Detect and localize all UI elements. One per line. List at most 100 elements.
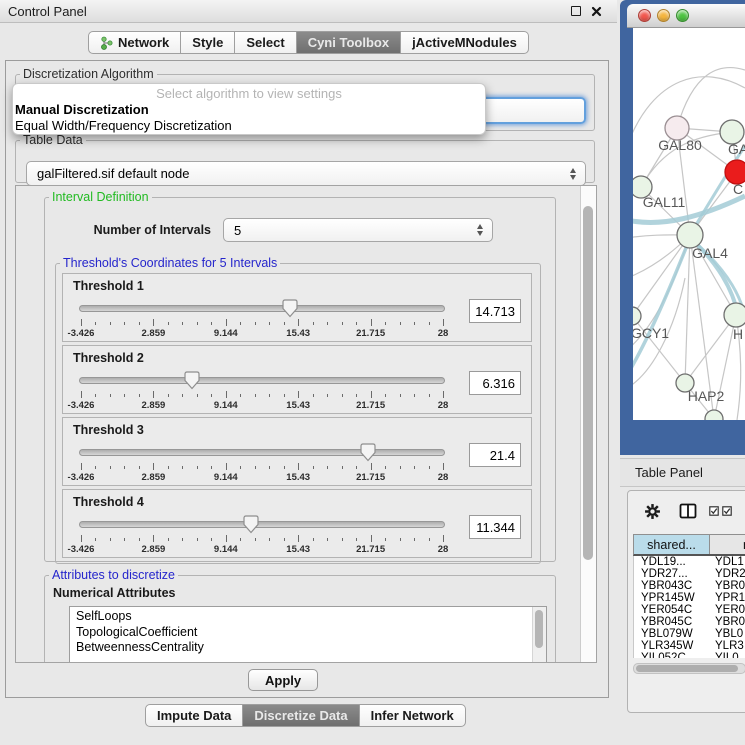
attribute-list-item[interactable]: TopologicalCoefficient: [76, 625, 546, 641]
slider-tick: [139, 466, 140, 469]
list-scrollbar[interactable]: [532, 607, 546, 663]
table-cell[interactable]: YER0: [710, 604, 745, 616]
slider-tick: [298, 463, 299, 470]
table-cell[interactable]: YLR3: [710, 640, 745, 652]
threshold-value-field[interactable]: [469, 371, 521, 395]
columns-icon[interactable]: [679, 503, 697, 519]
table-row[interactable]: YBR043CYBR0: [634, 580, 745, 592]
slider-tick: [414, 538, 415, 541]
slider-tick: [356, 538, 357, 541]
checkbox-icon-2[interactable]: [722, 506, 732, 516]
table-row[interactable]: YER054CYER0: [634, 604, 745, 616]
table-row[interactable]: YBL079WYBL0: [634, 628, 745, 640]
network-node[interactable]: [724, 303, 745, 327]
settings-scrollbar[interactable]: [580, 186, 596, 662]
slider-track[interactable]: [79, 377, 445, 384]
threshold-slider[interactable]: -3.4262.8599.14415.4321.71528: [79, 298, 445, 340]
threshold-value-field[interactable]: [469, 299, 521, 323]
table-row[interactable]: YDL19...YDL1: [634, 556, 745, 568]
table-cell[interactable]: YPR1: [710, 592, 745, 604]
threshold-slider[interactable]: -3.4262.8599.14415.4321.71528: [79, 442, 445, 484]
algorithm-option-equal-width[interactable]: Equal Width/Frequency Discretization: [13, 118, 485, 134]
table-cell[interactable]: YDL19...: [634, 556, 710, 568]
list-scrollbar-thumb[interactable]: [535, 610, 543, 648]
attribute-list-item[interactable]: SelfLoops: [76, 609, 546, 625]
table-cell[interactable]: YIL0: [710, 652, 745, 658]
slider-scale-label: 21.715: [356, 328, 385, 339]
slider-tick: [95, 538, 96, 541]
table-cell[interactable]: YBR045C: [634, 616, 710, 628]
table-row[interactable]: YIL052CYIL0: [634, 652, 745, 658]
slider-scale-label: 28: [438, 328, 449, 339]
tab-cyni-toolbox[interactable]: Cyni Toolbox: [297, 31, 401, 54]
network-window-titlebar[interactable]: [627, 4, 745, 28]
slider-tick: [110, 322, 111, 325]
network-node[interactable]: [633, 307, 641, 325]
column-header-shared-name[interactable]: shared...: [634, 535, 710, 554]
slider-tick: [356, 322, 357, 325]
slider-tick: [342, 538, 343, 541]
tab-infer-network[interactable]: Infer Network: [360, 704, 466, 727]
tab-network-label: Network: [118, 35, 169, 50]
slider-thumb[interactable]: [243, 515, 259, 534]
threshold-row: Threshold 2 -3.4262.8599.14415.4321.7152…: [62, 345, 532, 414]
slider-thumb[interactable]: [184, 371, 200, 390]
table-row[interactable]: YDR27...YDR2: [634, 568, 745, 580]
minimize-traffic-light[interactable]: [657, 9, 670, 22]
table-cell[interactable]: YPR145W: [634, 592, 710, 604]
tab-network[interactable]: Network: [88, 31, 181, 54]
threshold-value-field[interactable]: [469, 443, 521, 467]
table-cell[interactable]: YBL079W: [634, 628, 710, 640]
slider-tick: [153, 391, 154, 398]
tab-select[interactable]: Select: [235, 31, 296, 54]
tab-style-label: Style: [192, 35, 223, 50]
table-cell[interactable]: YBL0: [710, 628, 745, 640]
float-window-button[interactable]: [569, 4, 583, 18]
slider-track[interactable]: [79, 449, 445, 456]
apply-button[interactable]: Apply: [248, 669, 318, 691]
table-row[interactable]: YPR145WYPR1: [634, 592, 745, 604]
table-cell[interactable]: YIL052C: [634, 652, 710, 658]
thresholds-coordinates-group: Threshold's Coordinates for 5 Intervals …: [55, 256, 541, 564]
close-panel-button[interactable]: [589, 4, 603, 18]
interval-definition-group: Interval Definition Number of Intervals …: [44, 190, 556, 562]
slider-thumb[interactable]: [282, 299, 298, 318]
slider-track[interactable]: [79, 521, 445, 528]
tab-discretize-data[interactable]: Discretize Data: [243, 704, 359, 727]
table-hscrollbar[interactable]: [633, 663, 745, 674]
table-cell[interactable]: YLR345W: [634, 640, 710, 652]
threshold-slider[interactable]: -3.4262.8599.14415.4321.71528: [79, 514, 445, 556]
threshold-slider[interactable]: -3.4262.8599.14415.4321.71528: [79, 370, 445, 412]
checkbox-icon-1[interactable]: [709, 506, 719, 516]
network-canvas[interactable]: GAL80GACGAL11GAL4GCY1HHAP2: [633, 28, 745, 420]
table-data-label: Table Data: [20, 133, 86, 147]
tab-jactivemnodules[interactable]: jActiveMNodules: [401, 31, 529, 54]
tab-style[interactable]: Style: [181, 31, 235, 54]
table-row[interactable]: YLR345WYLR3: [634, 640, 745, 652]
slider-track[interactable]: [79, 305, 445, 312]
attribute-list-item[interactable]: BetweennessCentrality: [76, 640, 546, 656]
table-data-combo[interactable]: galFiltered.sif default node: [26, 161, 586, 186]
slider-thumb[interactable]: [360, 443, 376, 462]
table-cell[interactable]: YDR27...: [634, 568, 710, 580]
slider-scale-label: 2.859: [142, 328, 166, 339]
zoom-traffic-light[interactable]: [676, 9, 689, 22]
tab-impute-data[interactable]: Impute Data: [145, 704, 243, 727]
table-cell[interactable]: YDR2: [710, 568, 745, 580]
table-hscrollbar-thumb[interactable]: [636, 665, 738, 672]
column-header-name[interactable]: na: [710, 535, 745, 554]
close-traffic-light[interactable]: [638, 9, 651, 22]
table-cell[interactable]: YBR0: [710, 616, 745, 628]
table-cell[interactable]: YER054C: [634, 604, 710, 616]
table-row[interactable]: YBR045CYBR0: [634, 616, 745, 628]
settings-scrollbar-thumb[interactable]: [583, 206, 593, 560]
table-cell[interactable]: YBR0: [710, 580, 745, 592]
table-cell[interactable]: YBR043C: [634, 580, 710, 592]
table-cell[interactable]: YDL1: [710, 556, 745, 568]
gear-icon[interactable]: [644, 503, 661, 520]
number-of-intervals-combo[interactable]: 5: [223, 218, 493, 242]
slider-ticks: [81, 319, 443, 327]
algorithm-option-manual[interactable]: Manual Discretization: [13, 102, 485, 118]
threshold-value-field[interactable]: [469, 515, 521, 539]
numerical-attributes-list[interactable]: SelfLoopsTopologicalCoefficientBetweenne…: [69, 606, 547, 663]
